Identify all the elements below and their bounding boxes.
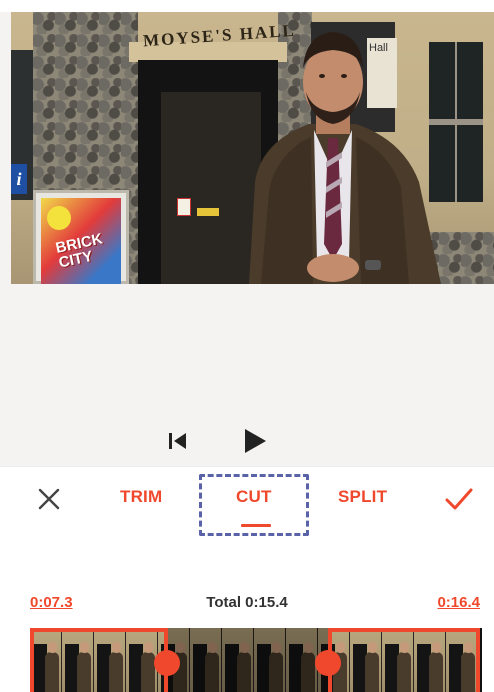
check-icon[interactable]: [444, 484, 474, 514]
kept-segment-right: [328, 628, 480, 692]
skip-to-start-icon[interactable]: [168, 431, 188, 451]
video-editor-screen: MOYSE'S HALL Hall i BRICK CITY TRIM CUT …: [0, 0, 494, 692]
active-tool-indicator: [241, 524, 271, 527]
timeline-filmstrip[interactable]: [30, 628, 482, 692]
kept-segment-left: [30, 628, 168, 692]
divider: [0, 466, 494, 467]
tool-split-button[interactable]: SPLIT: [338, 487, 387, 511]
cut-start-handle[interactable]: [154, 650, 180, 676]
video-preview[interactable]: MOYSE'S HALL Hall i BRICK CITY: [11, 12, 494, 284]
end-time-label[interactable]: 0:16.4: [437, 594, 480, 611]
cut-end-handle[interactable]: [315, 650, 341, 676]
tool-cut-button[interactable]: CUT: [236, 487, 272, 511]
close-icon[interactable]: [36, 486, 62, 512]
play-icon[interactable]: [243, 428, 267, 454]
presenter-figure: [249, 32, 441, 284]
cut-region-overlay: [166, 628, 328, 692]
top-strip: [0, 0, 494, 12]
tool-trim-button[interactable]: TRIM: [120, 487, 162, 511]
total-duration-label: Total 0:15.4: [206, 594, 288, 611]
